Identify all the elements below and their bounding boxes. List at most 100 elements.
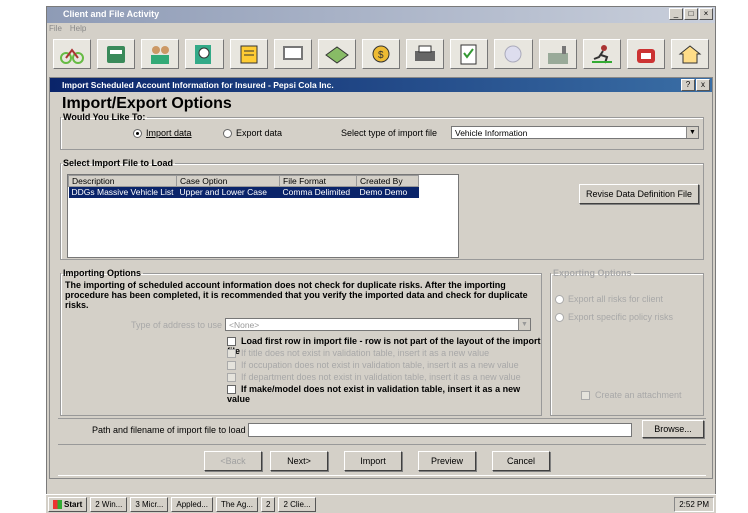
menu-file[interactable]: File [49,24,62,35]
close-app-button[interactable]: × [699,8,713,20]
option-title[interactable]: If title does not exist in validation ta… [227,348,489,359]
start-button[interactable]: Start [48,496,88,512]
revise-definition-button[interactable]: Revise Data Definition File [579,184,699,204]
import-button[interactable]: Import [344,451,402,471]
toolbar-button-5[interactable] [229,39,268,69]
taskbar-item[interactable]: 2 [260,496,276,512]
file-list[interactable]: Description Case Option File Format Crea… [67,174,459,258]
people-icon [151,46,170,64]
taskbar-item[interactable]: 2 Win... [90,496,128,512]
close-dialog-button[interactable]: x [696,79,710,91]
option-occupation[interactable]: If occupation does not exist in validati… [227,360,519,371]
export-specific-dot[interactable] [555,313,564,323]
import-radio[interactable]: Import data [133,128,192,139]
export-radio-dot[interactable] [223,129,232,139]
main-toolbar: $ [49,37,713,71]
toolbar-button-1[interactable] [53,39,92,69]
taskbar-item[interactable]: 2 Clie... [278,496,316,512]
col-created-by[interactable]: Created By [356,175,420,187]
col-case-option[interactable]: Case Option [176,175,281,187]
taskbar-item[interactable]: The Ag... [215,496,258,512]
department-checkbox[interactable] [227,373,236,383]
address-type-label: Type of address to use [131,320,223,330]
toolbar-button-14[interactable] [626,39,665,69]
house-icon [678,45,702,64]
toolbar-button-8[interactable]: $ [361,39,401,69]
windows-logo-icon [53,499,62,509]
menu-help[interactable]: Help [70,24,86,35]
import-dialog: Import Scheduled Account Information for… [49,77,713,479]
toolbar-button-15[interactable] [670,39,710,69]
option-make-model[interactable]: If make/model does not exist in validati… [227,384,541,404]
cancel-button[interactable]: Cancel [492,451,550,471]
exporting-legend: Exporting Options [553,268,632,278]
import-radio-label: Import data [146,128,192,138]
help-button[interactable]: ? [681,79,695,91]
wizard-button-bar: <Back Next> Import Preview Cancel [58,444,706,476]
printer-icon [415,45,436,61]
file-table-header: Description Case Option File Format Crea… [67,175,420,187]
toolbar-button-12[interactable] [538,39,577,69]
import-radio-dot[interactable] [133,129,142,139]
taskbar-item[interactable]: 3 Micr... [130,496,169,512]
chevron-down-icon[interactable]: ▼ [686,127,698,138]
table-row[interactable]: DDGs Massive Vehicle List Upper and Lowe… [68,186,419,198]
path-input[interactable] [248,423,632,437]
dialog-title: Import Scheduled Account Information for… [62,80,334,90]
col-file-format[interactable]: File Format [279,175,358,187]
toolbar-button-13[interactable] [582,39,621,69]
taskbar-item[interactable]: Appled... [171,496,213,512]
toolbar-button-10[interactable] [450,39,489,69]
maximize-button[interactable]: □ [684,8,698,20]
toolbar-button-4[interactable] [185,39,224,69]
app-window: Client and File Activity _ □ × File Help… [46,6,716,506]
import-type-select[interactable]: Vehicle Information ▼ [451,126,699,139]
title-checkbox[interactable] [227,349,236,359]
next-button[interactable]: Next> [270,451,328,471]
address-type-select[interactable]: <None> ▼ [225,318,531,331]
chevron-down-icon[interactable]: ▼ [518,319,530,330]
search-doc-icon [195,45,212,64]
export-specific-radio[interactable]: Export specific policy risks [555,312,674,323]
would-you-legend: Would You Like To: [63,112,146,122]
telephone-icon [636,49,655,63]
toolbar-button-2[interactable] [97,39,136,69]
first-row-checkbox[interactable] [227,337,236,347]
option-department[interactable]: If department does not exist in validati… [227,372,521,383]
occupation-checkbox[interactable] [227,361,236,371]
export-radio-label: Export data [236,128,283,138]
toolbar-button-3[interactable] [141,39,180,69]
import-type-value: Vehicle Information [455,128,528,138]
attachment-option[interactable]: Create an attachment [581,390,682,401]
preview-button[interactable]: Preview [418,451,476,471]
option-occupation-label: If occupation does not exist in validati… [241,360,519,370]
page-title: Import/Export Options [62,95,232,112]
export-radio[interactable]: Export data [223,128,283,139]
importing-note: The importing of scheduled account infor… [65,280,528,310]
toolbar-button-7[interactable] [317,39,356,69]
attachment-checkbox[interactable] [581,391,590,401]
export-all-dot[interactable] [555,295,564,305]
back-button[interactable]: <Back [204,451,262,471]
toolbar-button-9[interactable] [406,39,445,69]
handshake-icon [325,46,349,64]
browse-button[interactable]: Browse... [642,420,704,438]
toolbar-button-6[interactable] [273,39,312,69]
export-all-radio[interactable]: Export all risks for client [555,294,663,305]
col-description[interactable]: Description [67,175,178,187]
toolbar-button-11[interactable] [494,39,533,69]
import-type-label: Select type of import file [341,128,438,138]
would-you-group: Would You Like To: Import data Export da… [60,112,704,150]
svg-text:$: $ [378,50,384,61]
option-department-label: If department does not exist in validati… [241,372,521,382]
select-file-legend: Select Import File to Load [63,158,174,168]
importing-options-group: Importing Options The importing of sched… [60,268,542,416]
file-table: Description Case Option File Format Crea… [67,175,420,198]
minimize-button[interactable]: _ [669,8,683,20]
app-window-controls: _ □ × [669,8,713,20]
start-label: Start [64,499,83,509]
make-model-checkbox[interactable] [227,385,236,395]
importing-legend: Importing Options [63,268,141,278]
drawer-icon [107,46,126,63]
export-specific-label: Export specific policy risks [568,312,674,322]
